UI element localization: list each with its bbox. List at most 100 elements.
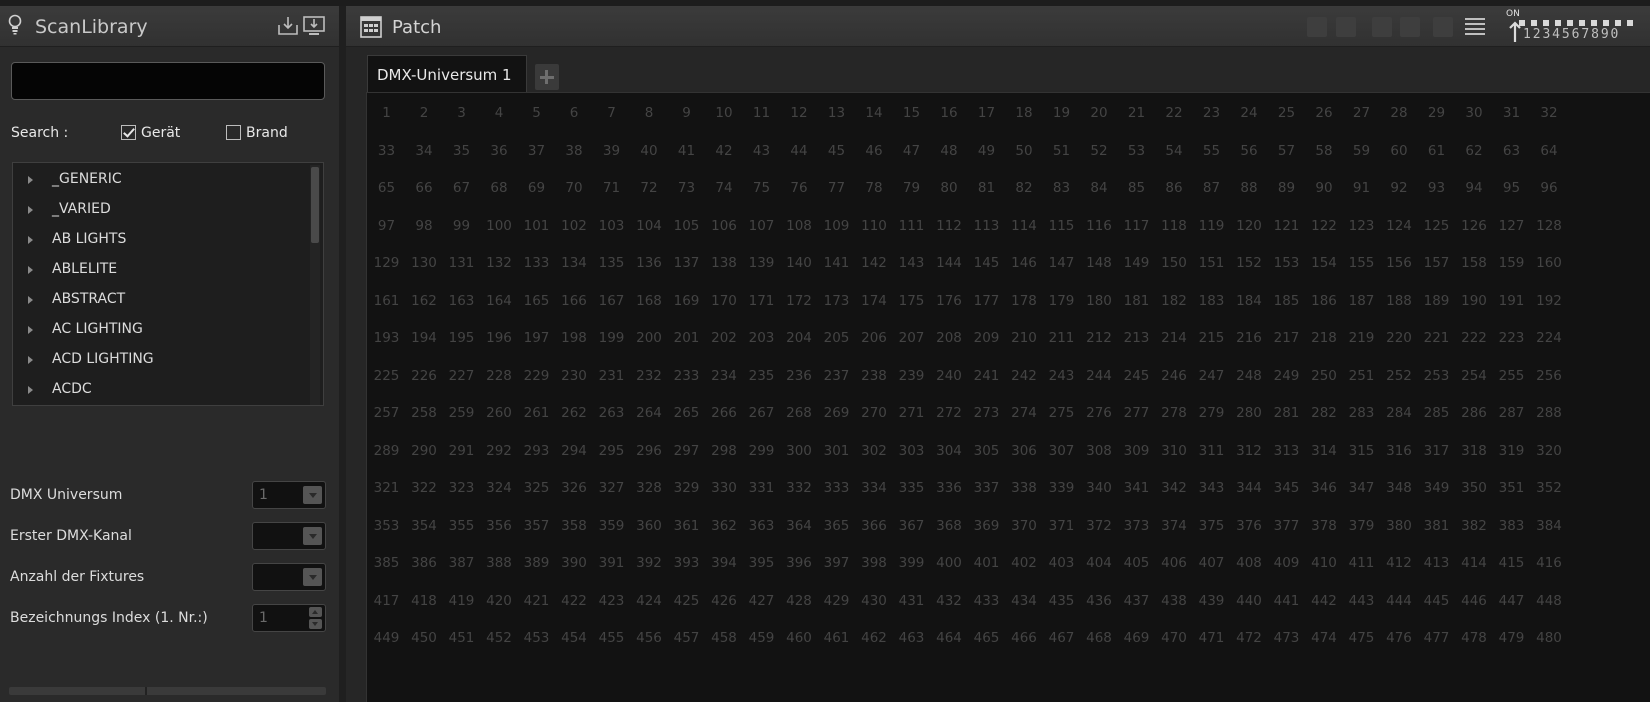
expand-arrow-icon[interactable] xyxy=(28,266,33,274)
dmx-channel-cell[interactable]: 43 xyxy=(742,132,781,171)
dmx-channel-cell[interactable]: 367 xyxy=(892,507,931,546)
dmx-channel-cell[interactable]: 57 xyxy=(1267,132,1306,171)
dmx-channel-cell[interactable]: 339 xyxy=(1042,469,1081,508)
dmx-channel-cell[interactable]: 342 xyxy=(1155,469,1194,508)
dmx-channel-cell[interactable]: 35 xyxy=(442,132,481,171)
dmx-channel-cell[interactable]: 181 xyxy=(1117,282,1156,321)
dmx-channel-cell[interactable]: 394 xyxy=(705,544,744,583)
dmx-channel-cell[interactable]: 183 xyxy=(1192,282,1231,321)
dmx-channel-cell[interactable]: 220 xyxy=(1380,319,1419,358)
dmx-channel-cell[interactable]: 376 xyxy=(1230,507,1269,546)
dmx-channel-cell[interactable]: 256 xyxy=(1530,357,1569,396)
dmx-channel-cell[interactable]: 33 xyxy=(367,132,406,171)
spinner-buttons[interactable] xyxy=(309,607,322,629)
dmx-channel-cell[interactable]: 198 xyxy=(555,319,594,358)
dmx-channel-cell[interactable]: 262 xyxy=(555,394,594,433)
dmx-channel-cell[interactable]: 287 xyxy=(1492,394,1531,433)
dmx-channel-cell[interactable]: 285 xyxy=(1417,394,1456,433)
dmx-channel-cell[interactable]: 34 xyxy=(405,132,444,171)
dmx-channel-cell[interactable]: 201 xyxy=(667,319,706,358)
dmx-channel-cell[interactable]: 77 xyxy=(817,169,856,208)
dmx-channel-cell[interactable]: 230 xyxy=(555,357,594,396)
dmx-channel-cell[interactable]: 155 xyxy=(1342,244,1381,283)
dmx-channel-cell[interactable]: 168 xyxy=(630,282,669,321)
manufacturer-tree[interactable]: _GENERIC _VARIED AB LIGHTS ABLELITE ABST… xyxy=(12,162,324,406)
spin-down-icon[interactable] xyxy=(309,619,322,629)
dmx-channel-cell[interactable]: 121 xyxy=(1267,207,1306,246)
dmx-channel-cell[interactable]: 185 xyxy=(1267,282,1306,321)
dmx-channel-cell[interactable]: 47 xyxy=(892,132,931,171)
dmx-channel-cell[interactable]: 16 xyxy=(930,94,969,133)
dmx-channel-cell[interactable]: 187 xyxy=(1342,282,1381,321)
dmx-channel-cell[interactable]: 225 xyxy=(367,357,406,396)
dmx-channel-cell[interactable]: 193 xyxy=(367,319,406,358)
dmx-channel-cell[interactable]: 476 xyxy=(1380,619,1419,658)
dmx-channel-cell[interactable]: 149 xyxy=(1117,244,1156,283)
dmx-channel-cell[interactable]: 329 xyxy=(667,469,706,508)
dmx-channel-cell[interactable]: 197 xyxy=(517,319,556,358)
dmx-channel-cell[interactable]: 52 xyxy=(1080,132,1119,171)
dmx-channel-cell[interactable]: 332 xyxy=(780,469,819,508)
dmx-channel-cell[interactable]: 13 xyxy=(817,94,856,133)
dmx-channel-cell[interactable]: 26 xyxy=(1305,94,1344,133)
dmx-channel-cell[interactable]: 337 xyxy=(967,469,1006,508)
dmx-channel-cell[interactable]: 253 xyxy=(1417,357,1456,396)
dmx-channel-cell[interactable]: 390 xyxy=(555,544,594,583)
dmx-channel-cell[interactable]: 331 xyxy=(742,469,781,508)
dmx-channel-cell[interactable]: 286 xyxy=(1455,394,1494,433)
dmx-channel-cell[interactable]: 461 xyxy=(817,619,856,658)
dmx-channel-cell[interactable]: 222 xyxy=(1455,319,1494,358)
dmx-channel-cell[interactable]: 450 xyxy=(405,619,444,658)
dmx-channel-cell[interactable]: 460 xyxy=(780,619,819,658)
dmx-channel-cell[interactable]: 357 xyxy=(517,507,556,546)
dmx-channel-cell[interactable]: 147 xyxy=(1042,244,1081,283)
dmx-channel-cell[interactable]: 456 xyxy=(630,619,669,658)
dmx-channel-cell[interactable]: 267 xyxy=(742,394,781,433)
dmx-channel-cell[interactable]: 202 xyxy=(705,319,744,358)
dmx-channel-cell[interactable]: 298 xyxy=(705,432,744,471)
dmx-channel-cell[interactable]: 385 xyxy=(367,544,406,583)
dmx-channel-cell[interactable]: 5 xyxy=(517,94,556,133)
expand-arrow-icon[interactable] xyxy=(28,236,33,244)
dmx-channel-cell[interactable]: 132 xyxy=(480,244,519,283)
dmx-channel-cell[interactable]: 153 xyxy=(1267,244,1306,283)
dmx-channel-cell[interactable]: 312 xyxy=(1230,432,1269,471)
dmx-channel-cell[interactable]: 382 xyxy=(1455,507,1494,546)
dmx-channel-cell[interactable]: 251 xyxy=(1342,357,1381,396)
dmx-channel-cell[interactable]: 18 xyxy=(1005,94,1044,133)
dmx-channel-cell[interactable]: 238 xyxy=(855,357,894,396)
dmx-channel-cell[interactable]: 371 xyxy=(1042,507,1081,546)
dmx-channel-cell[interactable]: 324 xyxy=(480,469,519,508)
dmx-channel-cell[interactable]: 354 xyxy=(405,507,444,546)
dmx-channel-cell[interactable]: 243 xyxy=(1042,357,1081,396)
dmx-channel-cell[interactable]: 261 xyxy=(517,394,556,433)
dmx-channel-cell[interactable]: 412 xyxy=(1380,544,1419,583)
dmx-channel-cell[interactable]: 252 xyxy=(1380,357,1419,396)
dmx-channel-cell[interactable]: 463 xyxy=(892,619,931,658)
dmx-channel-cell[interactable]: 139 xyxy=(742,244,781,283)
dmx-channel-cell[interactable]: 297 xyxy=(667,432,706,471)
dmx-channel-cell[interactable]: 107 xyxy=(742,207,781,246)
dmx-channel-cell[interactable]: 70 xyxy=(555,169,594,208)
dmx-channel-cell[interactable]: 373 xyxy=(1117,507,1156,546)
dmx-channel-cell[interactable]: 295 xyxy=(592,432,631,471)
dmx-channel-cell[interactable]: 177 xyxy=(967,282,1006,321)
dmx-channel-cell[interactable]: 258 xyxy=(405,394,444,433)
dmx-channel-cell[interactable]: 417 xyxy=(367,582,406,621)
spin-up-icon[interactable] xyxy=(309,607,322,617)
dmx-channel-cell[interactable]: 381 xyxy=(1417,507,1456,546)
dmx-channel-cell[interactable]: 361 xyxy=(667,507,706,546)
dmx-channel-cell[interactable]: 102 xyxy=(555,207,594,246)
dmx-channel-cell[interactable]: 290 xyxy=(405,432,444,471)
dmx-channel-cell[interactable]: 346 xyxy=(1305,469,1344,508)
dmx-channel-cell[interactable]: 313 xyxy=(1267,432,1306,471)
dmx-channel-cell[interactable]: 319 xyxy=(1492,432,1531,471)
dmx-channel-cell[interactable]: 7 xyxy=(592,94,631,133)
dmx-channel-cell[interactable]: 303 xyxy=(892,432,931,471)
dmx-channel-cell[interactable]: 327 xyxy=(592,469,631,508)
dmx-channel-cell[interactable]: 134 xyxy=(555,244,594,283)
dmx-channel-grid[interactable]: 1 2 3 4 5 6 7 8 9 10 11 12 13 14 15 16 17 18 19 20 21 22 23 24 2… xyxy=(366,92,1650,702)
dmx-channel-cell[interactable]: 186 xyxy=(1305,282,1344,321)
dmx-channel-cell[interactable]: 276 xyxy=(1080,394,1119,433)
dmx-channel-cell[interactable]: 204 xyxy=(780,319,819,358)
